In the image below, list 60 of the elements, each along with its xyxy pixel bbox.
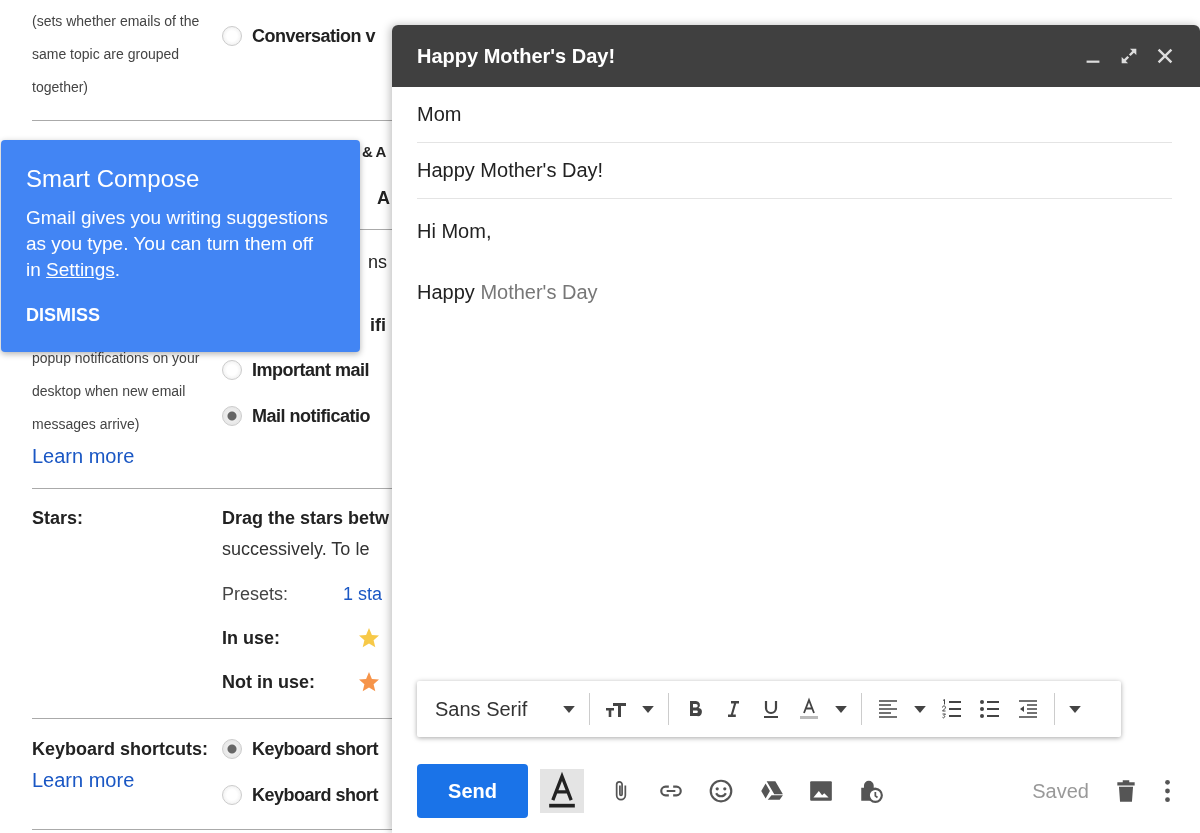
setting-description: same topic are grouped <box>32 45 181 64</box>
presets-label: Presets: <box>222 583 290 605</box>
font-dropdown[interactable]: Sans Serif <box>435 697 545 721</box>
instruction-text: successively. To le <box>222 538 371 561</box>
option-label: Keyboard short <box>252 784 379 806</box>
star-icon[interactable] <box>357 626 381 650</box>
setting-description: together) <box>32 78 90 97</box>
popup-title: Smart Compose <box>26 164 201 194</box>
caret-icon[interactable] <box>914 705 926 713</box>
setting-description: popup notifications on your <box>32 349 201 368</box>
body-text: Hi Mom, <box>417 219 493 244</box>
setting-description: messages arrive) <box>32 415 141 434</box>
star-icon[interactable] <box>357 670 381 694</box>
option-label: Mail notificatio <box>252 405 370 427</box>
learn-more-link[interactable]: Learn more <box>32 441 222 471</box>
settings-link[interactable]: Settings <box>46 259 115 280</box>
numbered-list-icon[interactable] <box>940 697 964 721</box>
option-label: & A <box>362 142 386 162</box>
text-color-icon[interactable] <box>797 697 821 721</box>
instruction-text: Drag the stars betw <box>222 507 391 530</box>
caret-icon[interactable] <box>642 705 654 713</box>
compose-title: Happy Mother's Day! <box>417 44 617 68</box>
bulleted-list-icon[interactable] <box>978 697 1002 721</box>
setting-description: (sets whether emails of the <box>32 12 201 31</box>
dismiss-button[interactable]: DISMISS <box>26 305 100 326</box>
align-icon[interactable] <box>876 697 900 721</box>
subject-field[interactable]: Happy Mother's Day! <box>417 143 1172 199</box>
formatting-options-icon[interactable] <box>540 769 584 813</box>
option-label: Keyboard short <box>252 738 379 760</box>
to-field[interactable]: Mom <box>417 87 1172 143</box>
body-text: Happy <box>417 281 475 303</box>
indent-icon[interactable] <box>1016 697 1040 721</box>
learn-more-link[interactable]: Learn more <box>32 765 222 795</box>
emoji-icon[interactable] <box>708 778 734 804</box>
setting-label: Stars: <box>32 508 84 528</box>
lock-clock-icon[interactable] <box>858 778 884 804</box>
more-options-caret-icon[interactable] <box>1069 705 1081 713</box>
caret-icon[interactable] <box>563 705 575 713</box>
radio-button[interactable] <box>222 406 242 426</box>
option-label: Important mail <box>252 359 369 381</box>
more-options-icon[interactable] <box>1163 778 1172 804</box>
setting-label: Keyboard shortcuts: <box>32 738 210 761</box>
caret-icon[interactable] <box>835 705 847 713</box>
radio-button[interactable] <box>222 739 242 759</box>
radio-button[interactable] <box>222 360 242 380</box>
star-row-label: Not in use: <box>222 671 316 693</box>
option-label: ifi <box>370 314 386 337</box>
setting-description: desktop when new email <box>32 382 187 401</box>
star-row-label: In use: <box>222 627 281 649</box>
preset-link[interactable]: 1 sta <box>343 583 383 605</box>
option-label: ns <box>368 251 387 274</box>
option-label: Conversation v <box>252 25 376 47</box>
image-icon[interactable] <box>808 778 834 804</box>
saved-status: Saved <box>1032 779 1089 803</box>
send-button[interactable]: Send <box>417 764 528 818</box>
suggestion-text: Mother's Day <box>480 281 598 303</box>
radio-button[interactable] <box>222 785 242 805</box>
option-label: A <box>377 187 390 210</box>
popup-message: Gmail gives you writing suggestions as you type. You can turn them off in Settings. <box>26 206 330 282</box>
radio-button[interactable] <box>222 26 242 46</box>
